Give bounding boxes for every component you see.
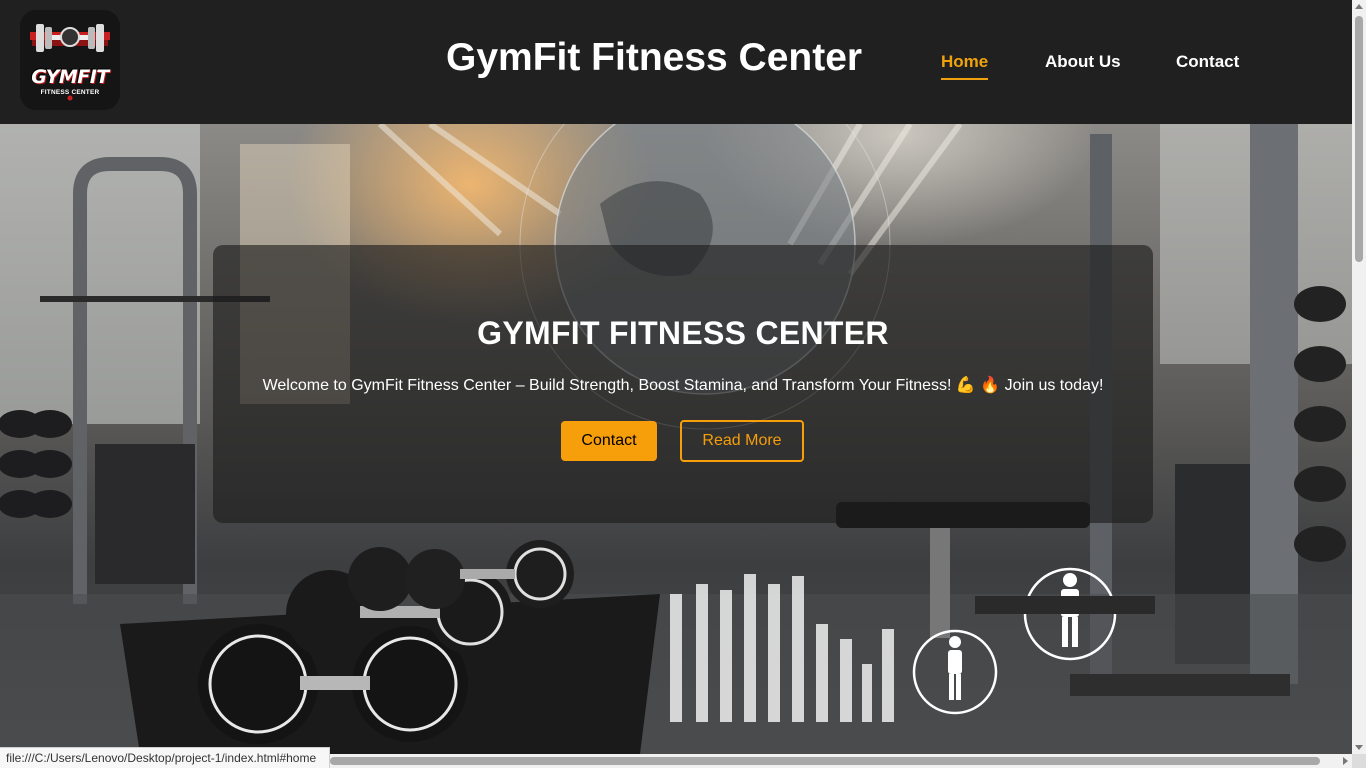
vertical-scrollbar[interactable] bbox=[1352, 0, 1366, 754]
scrollbar-corner bbox=[1352, 754, 1366, 768]
horizontal-scroll-thumb[interactable] bbox=[330, 757, 1320, 765]
logo-wordmark: GYMFIT bbox=[31, 66, 109, 88]
scroll-right-arrow-icon[interactable] bbox=[1343, 757, 1348, 765]
read-more-button[interactable]: Read More bbox=[680, 420, 804, 462]
link-status-bar: file:///C:/Users/Lenovo/Desktop/project-… bbox=[0, 747, 330, 768]
site-title: GymFit Fitness Center bbox=[446, 36, 863, 79]
nav-link-home[interactable]: Home bbox=[941, 52, 989, 80]
scroll-up-arrow-icon[interactable] bbox=[1355, 4, 1363, 9]
contact-button[interactable]: Contact bbox=[561, 421, 657, 461]
hero-overlay-card: GYMFIT FITNESS CENTER Welcome to GymFit … bbox=[213, 245, 1153, 523]
site-header: GYMFIT FITNESS CENTER GymFit Fitness Cen… bbox=[0, 0, 1352, 124]
hero-tagline: Welcome to GymFit Fitness Center – Build… bbox=[262, 377, 1104, 394]
gymfit-logo[interactable]: GYMFIT FITNESS CENTER bbox=[20, 10, 120, 110]
scroll-down-arrow-icon[interactable] bbox=[1355, 745, 1363, 750]
hero-title: GYMFIT FITNESS CENTER bbox=[477, 315, 889, 351]
logo-subtitle: FITNESS CENTER bbox=[40, 89, 100, 96]
nav-link-contact[interactable]: Contact bbox=[1176, 52, 1239, 72]
vertical-scroll-thumb[interactable] bbox=[1355, 16, 1363, 262]
hero-section: GYMFIT FITNESS CENTER Welcome to GymFit … bbox=[0, 124, 1352, 754]
nav-link-about-us[interactable]: About Us bbox=[1045, 52, 1121, 72]
